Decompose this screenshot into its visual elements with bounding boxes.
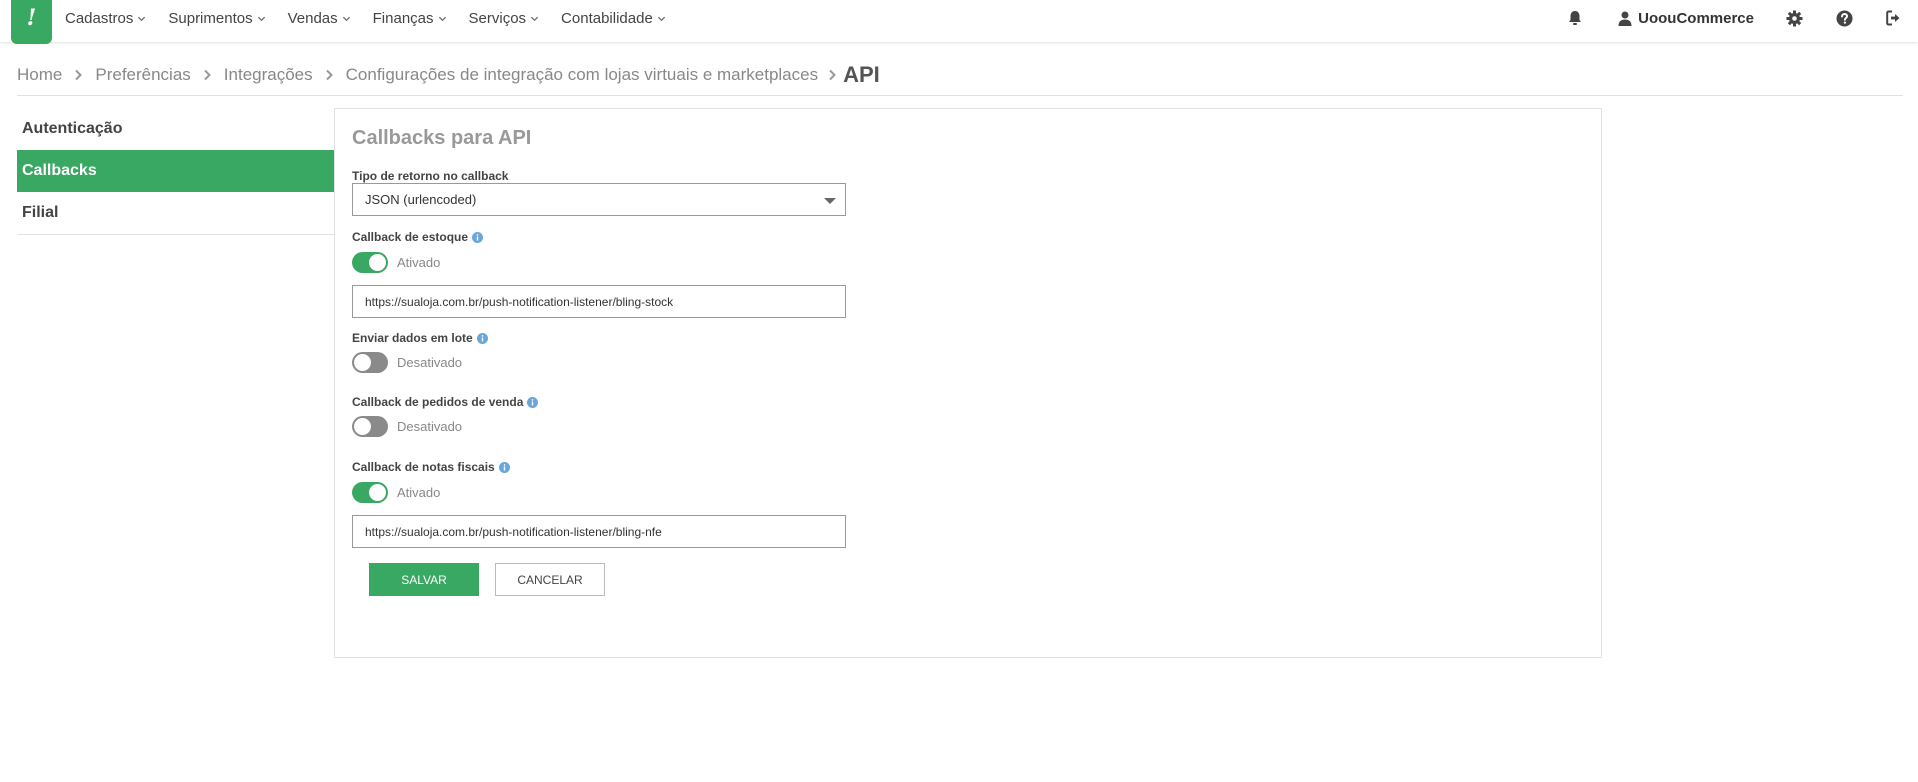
info-icon[interactable] xyxy=(527,396,539,408)
field-label-text: Callback de pedidos de venda xyxy=(352,395,524,409)
chevron-down-icon xyxy=(530,16,539,21)
main-menu: Cadastros Suprimentos Vendas Finanças Se… xyxy=(65,0,688,36)
help-icon xyxy=(1836,10,1853,26)
info-icon[interactable] xyxy=(498,461,510,473)
sidebar-item-label: Filial xyxy=(22,204,59,221)
menu-item-vendas[interactable]: Vendas xyxy=(288,10,351,27)
breadcrumb-divider xyxy=(17,95,1903,96)
menu-item-label: Cadastros xyxy=(65,9,134,27)
field-label-text: Callback de estoque xyxy=(352,230,469,244)
field-label-text: Callback de notas fiscais xyxy=(352,460,495,474)
caret-down-icon xyxy=(824,198,836,204)
page-title: API xyxy=(843,62,880,87)
top-navbar: ! Cadastros Suprimentos Vendas Finanças … xyxy=(0,0,1918,44)
user-name: UoouCommerce xyxy=(1638,9,1754,27)
orders-callback-label: Callback de pedidos de venda xyxy=(352,395,539,409)
chevron-right-icon xyxy=(325,69,333,81)
sidebar-item-autenticacao[interactable]: Autenticação xyxy=(17,108,334,150)
info-icon[interactable] xyxy=(476,332,488,344)
batch-label: Enviar dados em lote xyxy=(352,331,488,345)
nfe-callback-label: Callback de notas fiscais xyxy=(352,460,510,474)
menu-item-label: Finanças xyxy=(372,9,434,27)
cancel-button[interactable]: CANCELAR xyxy=(495,563,605,596)
menu-item-suprimentos[interactable]: Suprimentos xyxy=(168,10,265,27)
save-button[interactable]: SALVAR xyxy=(369,563,479,596)
menu-item-contabilidade[interactable]: Contabilidade xyxy=(561,10,666,27)
sidebar-item-callbacks[interactable]: Callbacks xyxy=(17,150,334,192)
toggle-knob xyxy=(369,484,386,501)
chevron-right-icon xyxy=(204,69,211,81)
menu-item-cadastros[interactable]: Cadastros xyxy=(65,10,146,27)
toggle-switch[interactable] xyxy=(352,416,388,437)
menu-item-financas[interactable]: Finanças xyxy=(373,10,447,27)
settings-sidebar: Autenticação Callbacks Filial xyxy=(17,108,334,235)
toggle-switch[interactable] xyxy=(352,352,388,373)
return-type-label: Tipo de retorno no callback xyxy=(352,169,508,183)
toggle-switch[interactable] xyxy=(352,482,388,503)
panel-title: Callbacks para API xyxy=(352,127,532,149)
nfe-callback-url-input[interactable] xyxy=(352,515,846,548)
breadcrumb-home[interactable]: Home xyxy=(17,65,62,85)
stock-callback-toggle[interactable]: Ativado xyxy=(352,252,440,273)
return-type-select[interactable]: JSON (urlencoded) xyxy=(352,183,846,216)
header-tools: UoouCommerce xyxy=(1568,0,1918,36)
toggle-status: Ativado xyxy=(397,485,441,500)
logout-icon xyxy=(1886,10,1900,26)
breadcrumb-preferencias[interactable]: Preferências xyxy=(95,65,190,85)
toggle-knob xyxy=(354,418,371,435)
sidebar-item-label: Autenticação xyxy=(22,120,123,137)
chevron-down-icon xyxy=(438,16,446,21)
chevron-down-icon xyxy=(138,16,146,21)
select-value: JSON (urlencoded) xyxy=(365,192,477,207)
menu-item-servicos[interactable]: Serviços xyxy=(469,10,540,27)
gear-icon xyxy=(1786,10,1803,26)
chevron-down-icon xyxy=(342,16,350,21)
menu-item-label: Vendas xyxy=(287,9,338,27)
menu-item-label: Contabilidade xyxy=(561,9,653,27)
menu-item-label: Serviços xyxy=(468,9,527,27)
toggle-knob xyxy=(354,354,371,371)
user-menu[interactable]: UoouCommerce xyxy=(1618,10,1754,27)
chevron-down-icon xyxy=(657,16,665,21)
app-logo[interactable]: ! xyxy=(11,0,52,44)
user-icon xyxy=(1618,11,1632,26)
info-icon[interactable] xyxy=(472,231,484,243)
breadcrumb: Home Preferências Integrações Configuraç… xyxy=(17,62,880,88)
toggle-status: Ativado xyxy=(397,255,441,270)
notifications-button[interactable] xyxy=(1568,10,1582,26)
batch-toggle[interactable]: Desativado xyxy=(352,352,462,373)
toggle-status: Desativado xyxy=(397,419,463,434)
bell-icon xyxy=(1569,11,1582,25)
logout-button[interactable] xyxy=(1886,10,1903,26)
sidebar-item-label: Callbacks xyxy=(22,162,97,179)
help-button[interactable] xyxy=(1836,10,1853,27)
chevron-right-icon xyxy=(75,69,83,81)
menu-item-label: Suprimentos xyxy=(168,9,253,27)
sidebar-item-filial[interactable]: Filial xyxy=(17,192,334,234)
chevron-down-icon xyxy=(257,16,265,21)
stock-callback-url-input[interactable] xyxy=(352,285,846,318)
toggle-status: Desativado xyxy=(397,355,463,370)
breadcrumb-integracoes[interactable]: Integrações xyxy=(224,65,313,85)
toggle-knob xyxy=(369,254,386,271)
field-label-text: Enviar dados em lote xyxy=(352,331,473,345)
orders-callback-toggle[interactable]: Desativado xyxy=(352,416,462,437)
sidebar-divider xyxy=(17,234,334,235)
nfe-callback-toggle[interactable]: Ativado xyxy=(352,482,440,503)
logo-mark: ! xyxy=(26,5,37,31)
callbacks-panel: Callbacks para API Tipo de retorno no ca… xyxy=(334,108,1602,658)
settings-button[interactable] xyxy=(1786,10,1803,27)
breadcrumb-configuracoes[interactable]: Configurações de integração com lojas vi… xyxy=(346,65,818,85)
chevron-right-icon xyxy=(829,69,837,81)
field-label-text: Tipo de retorno no callback xyxy=(352,169,509,183)
toggle-switch[interactable] xyxy=(352,252,388,273)
stock-callback-label: Callback de estoque xyxy=(352,230,484,244)
